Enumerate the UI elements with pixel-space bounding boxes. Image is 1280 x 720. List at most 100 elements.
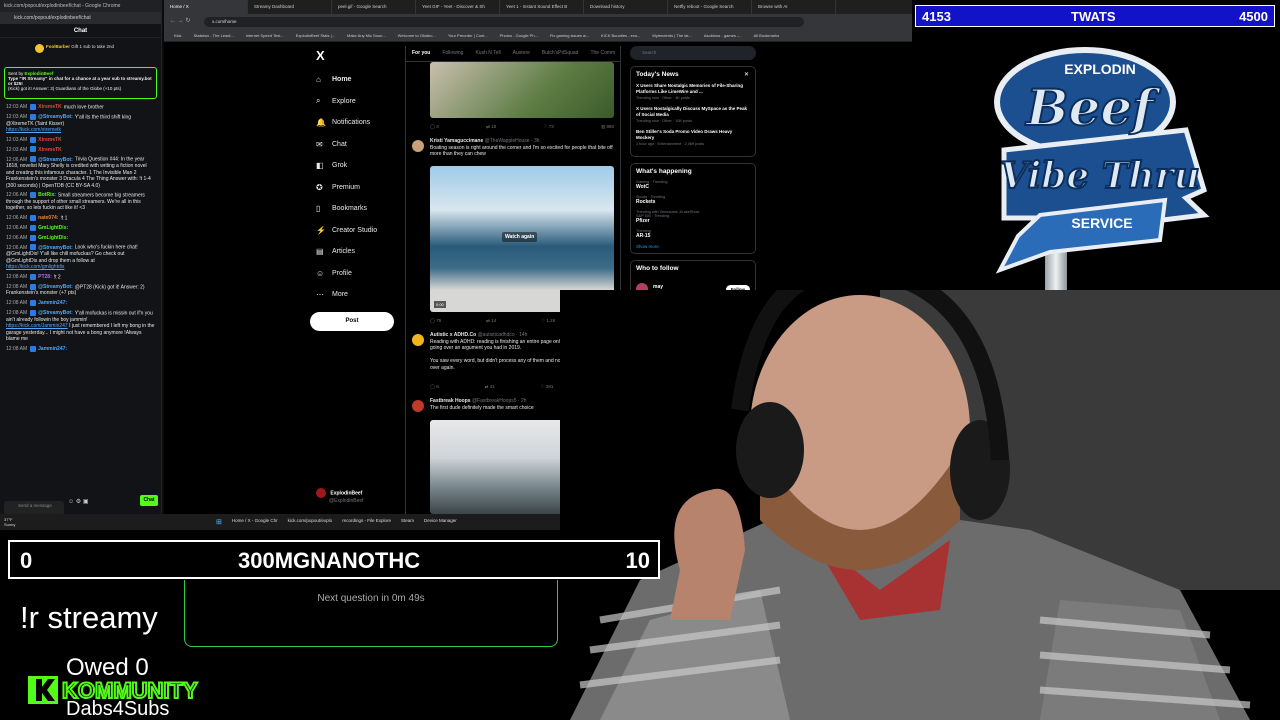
gift-banner[interactable]: FoolBarber Gift 1 sub to take 2nd — [0, 38, 161, 64]
chat-message[interactable]: 12:08 AM @StreamyBot: Y'all mofuckas is mi… — [6, 309, 155, 343]
bookmark-item[interactable]: All Bookmarks — [754, 33, 780, 38]
tweet[interactable]: Kristi Yamaguccimane @TheWappleHouse · 3… — [410, 138, 618, 158]
message-user[interactable]: Jammin247: — [38, 346, 67, 352]
chat-message[interactable]: 12:08 AM Jammin247: — [6, 299, 155, 307]
browser-tab[interactable]: Yeet 1 - Instant Sound Effect B — [500, 0, 584, 14]
account-switcher[interactable]: ExplodinBeef @ExplodinBeef — [316, 488, 364, 504]
message-user[interactable]: @StreamyBot: — [38, 284, 73, 290]
taskbar-item[interactable]: Home / X - Google Chr — [230, 517, 280, 527]
bookmark-item[interactable]: Statsbox - The Leadi... — [194, 33, 234, 38]
trend-item[interactable]: Gaming · Trending WotC — [636, 180, 750, 190]
bookmark-item[interactable]: Your Preorder | Cont... — [448, 33, 488, 38]
chat-message[interactable]: 12:06 AM @StreamyBot: Look who's fuckin he… — [6, 244, 155, 270]
search-input[interactable]: Search — [630, 46, 756, 60]
news-item[interactable]: X Users Share Nostalgic Memories of File… — [636, 83, 750, 100]
nav-item-creator-studio[interactable]: ⚡ Creator Studio — [310, 220, 410, 242]
bookmark-item[interactable]: Asobinos - games -... — [704, 33, 742, 38]
chat-message[interactable]: 12:03 AM XtremeTK — [6, 146, 155, 153]
message-user[interactable]: @StreamyBot: — [38, 157, 73, 163]
message-user[interactable]: @StreamyBot: — [38, 114, 73, 120]
show-more-link[interactable]: Show more — [636, 244, 750, 249]
chat-message[interactable]: 12:08 AM PT28: !t 2 — [6, 273, 155, 281]
chat-message[interactable]: 12:06 AM GmLightDis: — [6, 224, 155, 232]
nav-item-profile[interactable]: ☺ Profile — [310, 263, 410, 285]
feed-tab[interactable]: Austere — [507, 46, 536, 61]
feed-tab[interactable]: For you — [406, 46, 436, 61]
message-user[interactable]: GmLightDis: — [38, 235, 68, 241]
repost-icon[interactable]: ⇄ 18 — [486, 124, 496, 130]
nav-item-premium[interactable]: ✪ Premium — [310, 177, 410, 199]
nav-item-chat[interactable]: ✉ Chat — [310, 134, 410, 156]
browser-tab[interactable]: Netfly reboot - Google Search — [668, 0, 752, 14]
nav-item-grok[interactable]: ◧ Grok — [310, 155, 410, 177]
news-item[interactable]: X Users Nostalgically Discuss MySpace as… — [636, 106, 750, 123]
nav-item-bookmarks[interactable]: ▯ Bookmarks — [310, 198, 410, 220]
browser-tab[interactable]: Home / X — [164, 0, 248, 14]
reply-icon[interactable]: ◯ 6 — [430, 384, 439, 390]
message-user[interactable]: Jammin247: — [38, 300, 67, 306]
bookmark-item[interactable]: Photos - Google Ph... — [500, 33, 538, 38]
chat-message[interactable]: 12:06 AM nate074: !t 1 — [6, 214, 155, 222]
emote-icon[interactable]: ☺ ⚙ ▣ — [68, 498, 89, 505]
tweet-image[interactable] — [430, 62, 614, 118]
chat-message[interactable]: 12:03 AM @StreamyBot: Y'all its the third … — [6, 113, 155, 134]
post-button[interactable]: Post — [310, 311, 394, 331]
nav-item-home[interactable]: ⌂ Home — [310, 69, 410, 91]
taskbar-item[interactable]: kick.com/popout/explo — [286, 517, 335, 527]
browser-tab[interactable]: Streamy Dashboard — [248, 0, 332, 14]
message-link[interactable]: https://kick.com/xtremetk — [6, 127, 61, 133]
like-icon[interactable]: ♡ 1.2K — [541, 318, 556, 324]
x-logo-icon[interactable]: X — [316, 48, 410, 63]
trend-item[interactable]: Sports · Trending Rockets Trending with Ve… — [636, 195, 750, 214]
nav-item-articles[interactable]: ▤ Articles — [310, 241, 410, 263]
feed-tab[interactable]: Butch'sPitSquad — [536, 46, 585, 61]
weather-widget[interactable]: 37°F Sunny — [4, 517, 15, 527]
browser-tab[interactable]: Download history — [584, 0, 668, 14]
browser-tab[interactable]: peel.gif - Google Search — [332, 0, 416, 14]
nav-item-notifications[interactable]: 🔔 Notifications — [310, 112, 410, 134]
chat-message[interactable]: 12:03 AM XtremeTK — [6, 136, 155, 144]
chat-message[interactable]: 12:06 AM BotRix: Small streamers become bi… — [6, 192, 155, 212]
browser-tab[interactable]: Browse with AI — [752, 0, 836, 14]
bookmark-item[interactable]: Internet Speed Test... — [246, 33, 284, 38]
chat-message[interactable]: 12:03 AM XtremeTK much love brother — [6, 104, 155, 111]
address-bar[interactable]: x.com/home — [204, 17, 804, 27]
views-icon[interactable]: ▥ 880 — [601, 124, 614, 130]
close-icon[interactable]: ✕ — [744, 71, 749, 78]
message-user[interactable]: XtremeTK — [38, 147, 62, 153]
news-item[interactable]: Ben Stiller's Soda Promo Video Draws Hea… — [636, 129, 750, 146]
chat-message[interactable]: 12:06 AM @StreamyBot: Trivia Question #44:… — [6, 156, 155, 189]
message-user[interactable]: @StreamyBot: — [38, 245, 73, 251]
nav-item-more[interactable]: ⋯ More — [310, 284, 410, 306]
browser-tab[interactable]: Yeet GIF - Yeet - Discover & Sh — [416, 0, 500, 14]
trend-item[interactable]: Trending AR-15 — [636, 229, 750, 239]
taskbar-item[interactable]: Steam — [399, 517, 416, 527]
feed-tab[interactable]: The Comm — [584, 46, 620, 61]
message-user[interactable]: nate074: — [38, 215, 58, 221]
feed-tab[interactable]: Kush N Tell — [469, 46, 506, 61]
taskbar-item[interactable]: recordings - File Explore — [340, 517, 393, 527]
bookmark-item[interactable]: Make Any Mic Soun... — [347, 33, 386, 38]
bookmark-item[interactable]: KICK Bounties - exo... — [601, 33, 640, 38]
repost-icon[interactable]: ⇄ 14 — [486, 318, 496, 324]
chat-message[interactable]: 12:08 AM @StreamyBot: @PT28 (Kick) got it!… — [6, 283, 155, 297]
tweet-image[interactable] — [430, 420, 576, 514]
message-user[interactable]: GmLightDis: — [38, 225, 68, 231]
message-user[interactable]: XtremeTK — [38, 137, 62, 143]
watch-again-button[interactable]: Watch again — [502, 232, 538, 242]
message-link[interactable]: https://kick.com/gmlightdis — [6, 264, 64, 270]
bookmark-item[interactable]: Mytendents | The lat... — [652, 33, 691, 38]
back-forward-icons[interactable]: ← → ↻ — [170, 17, 190, 24]
like-icon[interactable]: ♡ 73 — [543, 124, 553, 130]
message-user[interactable]: XtremeTK — [38, 104, 62, 110]
chat-send-button[interactable]: Chat — [140, 495, 158, 506]
chat-message[interactable]: 12:08 AM Jammin247: — [6, 345, 155, 353]
bookmark-item[interactable]: Fix gaming issues w... — [550, 33, 589, 38]
message-user[interactable]: BotRix: — [38, 192, 56, 198]
chat-url-bar[interactable]: kick.com/popout/explodinbeef/chat — [0, 12, 161, 24]
chat-message[interactable]: 12:06 AM GmLightDis: — [6, 234, 155, 242]
message-link[interactable]: https://kick.com/Jammin247 — [6, 323, 68, 329]
trend-item[interactable]: S&P 500 · Trending Pfizer — [636, 214, 750, 224]
bookmark-item[interactable]: Welcome to Oklaho... — [398, 33, 436, 38]
chat-input[interactable]: Send a message — [4, 501, 64, 515]
